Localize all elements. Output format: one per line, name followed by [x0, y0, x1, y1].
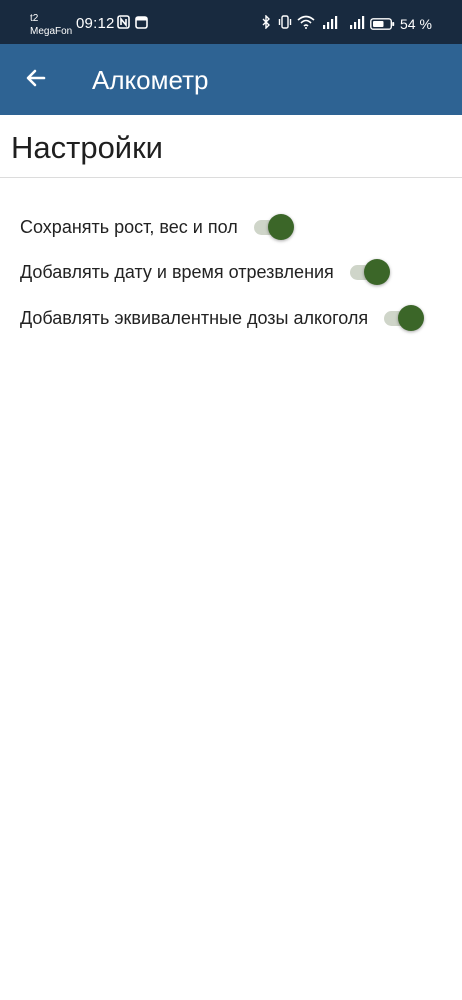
calendar-icon — [135, 16, 148, 29]
wifi-icon — [297, 15, 315, 29]
setting-save-height-weight-sex[interactable]: Сохранять рост, вес и пол — [20, 212, 294, 242]
battery-icon — [370, 18, 395, 30]
setting-add-sober-time[interactable]: Добавлять дату и время отрезвления — [20, 257, 390, 287]
vibrate-icon — [278, 15, 292, 29]
signal-icon — [350, 16, 365, 29]
arrow-back-icon — [26, 69, 46, 87]
status-bar: t2 MegaFon 09:12 54 % — [0, 0, 462, 44]
back-button[interactable] — [14, 56, 58, 100]
carrier-1: t2 — [30, 13, 39, 24]
app-title: Алкометр — [92, 65, 209, 95]
toggle-switch[interactable] — [382, 305, 425, 331]
toggle-switch[interactable] — [348, 259, 390, 285]
carrier-2: MegaFon — [30, 26, 73, 37]
nfc-icon — [117, 15, 130, 29]
setting-label: Добавлять дату и время отрезвления — [20, 261, 334, 282]
switch-thumb — [398, 305, 425, 331]
app-bar: Алкометр — [0, 44, 462, 115]
toggle-switch[interactable] — [252, 214, 294, 240]
setting-label: Добавлять эквивалентные дозы алкоголя — [20, 307, 369, 328]
status-time: 09:12 — [76, 15, 115, 32]
signal-icon — [323, 16, 338, 29]
bluetooth-icon — [262, 15, 270, 29]
battery-percent: 54 % — [400, 16, 432, 32]
switch-thumb — [363, 259, 390, 285]
carrier-info: t2 MegaFon — [30, 12, 72, 38]
switch-thumb — [267, 214, 294, 240]
page-title: Настройки — [11, 130, 164, 165]
setting-label: Сохранять рост, вес и пол — [20, 216, 238, 237]
setting-add-equivalent-doses[interactable]: Добавлять эквивалентные дозы алкоголя — [20, 303, 425, 333]
divider — [0, 177, 462, 178]
